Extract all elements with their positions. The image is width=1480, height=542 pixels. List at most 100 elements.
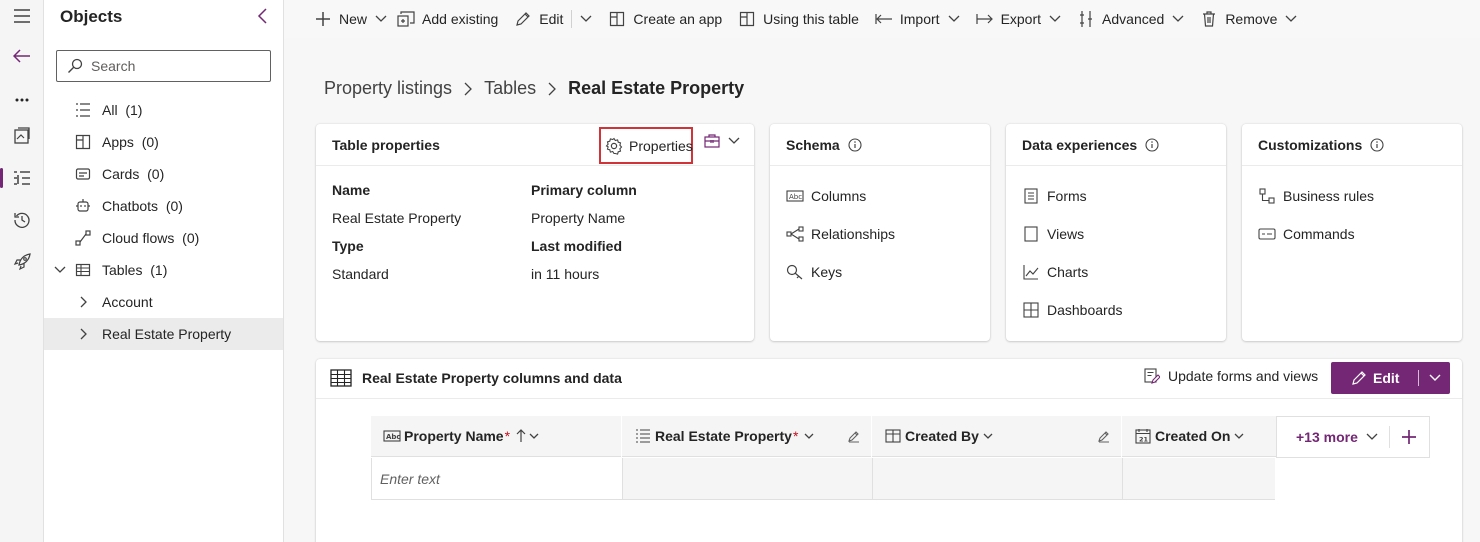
tools-icon	[1077, 10, 1095, 28]
chevron-down-icon[interactable]	[804, 433, 814, 440]
breadcrumb-root[interactable]: Property listings	[324, 78, 452, 99]
table-icon	[75, 262, 91, 278]
edit-column-icon[interactable]	[1097, 429, 1111, 443]
edit-dropdown-toggle[interactable]	[1419, 362, 1450, 394]
hamburger-menu-icon[interactable]	[6, 0, 38, 32]
import-label: Import	[899, 11, 940, 27]
list-column-icon	[634, 427, 652, 445]
required-marker: *	[504, 428, 511, 444]
chevron-right-icon	[548, 82, 557, 96]
data-exp-link-views[interactable]: Views	[1022, 225, 1084, 243]
info-icon[interactable]	[1370, 137, 1384, 152]
object-item-all[interactable]: All (1)	[44, 94, 283, 126]
export-button[interactable]: Export	[975, 3, 1061, 35]
chevron-down-icon	[1172, 15, 1184, 23]
object-item-cards[interactable]: Cards (0)	[44, 158, 283, 190]
plus-icon	[1401, 429, 1417, 445]
chart-icon	[1022, 263, 1040, 281]
column-header-created-by[interactable]: Created By	[872, 416, 1121, 457]
column-label: Created By	[905, 428, 979, 444]
column-header-real-estate-property[interactable]: Real Estate Property *	[622, 416, 871, 457]
columns-data-panel: Real Estate Property columns and data Up…	[316, 359, 1462, 542]
advanced-button[interactable]: Advanced	[1077, 3, 1184, 35]
gear-icon	[605, 137, 623, 155]
import-button[interactable]: Import	[875, 3, 960, 35]
more-columns-label: +13 more	[1296, 429, 1358, 445]
pages-icon[interactable]	[6, 120, 38, 152]
using-table-button[interactable]: Using this table	[738, 3, 859, 35]
column-header-created-on[interactable]: 21 Created On	[1122, 416, 1276, 457]
object-item-tables[interactable]: Tables (1)	[44, 254, 283, 286]
search-box[interactable]	[56, 50, 271, 82]
panel-title: Real Estate Property columns and data	[362, 370, 622, 386]
back-arrow-icon[interactable]	[6, 40, 38, 72]
table-cell-property-name[interactable]	[371, 458, 622, 500]
chevron-right-icon[interactable]	[76, 326, 92, 342]
remove-button[interactable]: Remove	[1200, 3, 1297, 35]
new-button[interactable]: New	[314, 3, 387, 35]
chevron-down-icon[interactable]	[1234, 433, 1244, 440]
name-label: Name	[332, 182, 371, 198]
breadcrumb-tables[interactable]: Tables	[484, 78, 536, 99]
table-grid-icon	[330, 367, 352, 389]
card-title: Customizations	[1258, 136, 1363, 153]
data-exp-link-charts[interactable]: Charts	[1022, 263, 1088, 281]
more-columns-button[interactable]: +13 more	[1277, 429, 1389, 445]
schema-link-keys[interactable]: Keys	[786, 263, 842, 281]
table-item-account[interactable]: Account	[44, 286, 283, 318]
enter-text-input[interactable]	[372, 458, 622, 499]
custom-link-commands[interactable]: Commands	[1258, 225, 1355, 243]
properties-button[interactable]: Properties	[599, 127, 693, 164]
update-forms-label: Update forms and views	[1168, 368, 1319, 384]
info-icon[interactable]	[1145, 137, 1159, 152]
collapse-panel-icon[interactable]	[252, 6, 272, 26]
column-header-property-name[interactable]: Abc Property Name *	[371, 416, 621, 457]
dashboard-icon	[1022, 301, 1040, 319]
objects-icon[interactable]	[0, 162, 38, 194]
chevron-down-icon[interactable]	[529, 433, 539, 440]
info-icon[interactable]	[848, 137, 862, 152]
schema-card: Schema Abc Columns Relationships Keys	[770, 124, 990, 341]
schema-link-columns[interactable]: Abc Columns	[786, 187, 866, 205]
chevron-down-icon[interactable]	[983, 433, 993, 440]
advanced-label: Advanced	[1102, 11, 1165, 27]
update-forms-views-button[interactable]: Update forms and views	[1143, 367, 1318, 385]
columns-icon: Abc	[786, 187, 804, 205]
edit-button[interactable]: Edit	[514, 3, 563, 35]
edit-column-icon[interactable]	[847, 429, 861, 443]
edit-dropdown-button[interactable]	[580, 3, 592, 35]
sort-ascending-icon[interactable]	[516, 429, 526, 443]
edit-primary-button[interactable]: Edit	[1331, 362, 1418, 394]
object-item-apps[interactable]: Apps (0)	[44, 126, 283, 158]
object-item-chatbots[interactable]: Chatbots (0)	[44, 190, 283, 222]
card-header: Customizations	[1242, 124, 1462, 166]
add-existing-button[interactable]: Add existing	[397, 3, 498, 35]
breadcrumb: Property listings Tables Real Estate Pro…	[324, 78, 744, 99]
relationships-icon	[786, 225, 804, 243]
data-exp-link-forms[interactable]: Forms	[1022, 187, 1087, 205]
chevron-down-icon[interactable]	[52, 262, 68, 278]
chevron-right-icon[interactable]	[76, 294, 92, 310]
search-input[interactable]	[91, 58, 261, 74]
type-value: Standard	[332, 266, 389, 282]
object-item-cloud-flows[interactable]: Cloud flows (0)	[44, 222, 283, 254]
rocket-icon[interactable]	[6, 246, 38, 278]
more-options-icon[interactable]	[6, 84, 38, 116]
object-item-count: (1)	[150, 262, 168, 278]
column-label: Property Name	[404, 428, 504, 444]
object-item-count: (1)	[125, 102, 143, 118]
add-existing-label: Add existing	[422, 11, 499, 27]
toolbox-menu-button[interactable]	[704, 134, 740, 148]
using-table-label: Using this table	[763, 11, 859, 27]
schema-link-relationships[interactable]: Relationships	[786, 225, 895, 243]
create-app-button[interactable]: Create an app	[608, 3, 722, 35]
more-columns-bar: +13 more	[1276, 416, 1430, 458]
add-column-button[interactable]	[1390, 417, 1429, 457]
table-item-real-estate-property[interactable]: Real Estate Property	[44, 318, 283, 350]
custom-link-business-rules[interactable]: Business rules	[1258, 187, 1374, 205]
table-properties-card: Table properties Properties Name Real Es…	[316, 124, 754, 341]
object-item-label: Cloud flows	[102, 230, 175, 246]
link-label: Business rules	[1283, 188, 1375, 204]
history-icon[interactable]	[6, 204, 38, 236]
data-exp-link-dashboards[interactable]: Dashboards	[1022, 301, 1123, 319]
